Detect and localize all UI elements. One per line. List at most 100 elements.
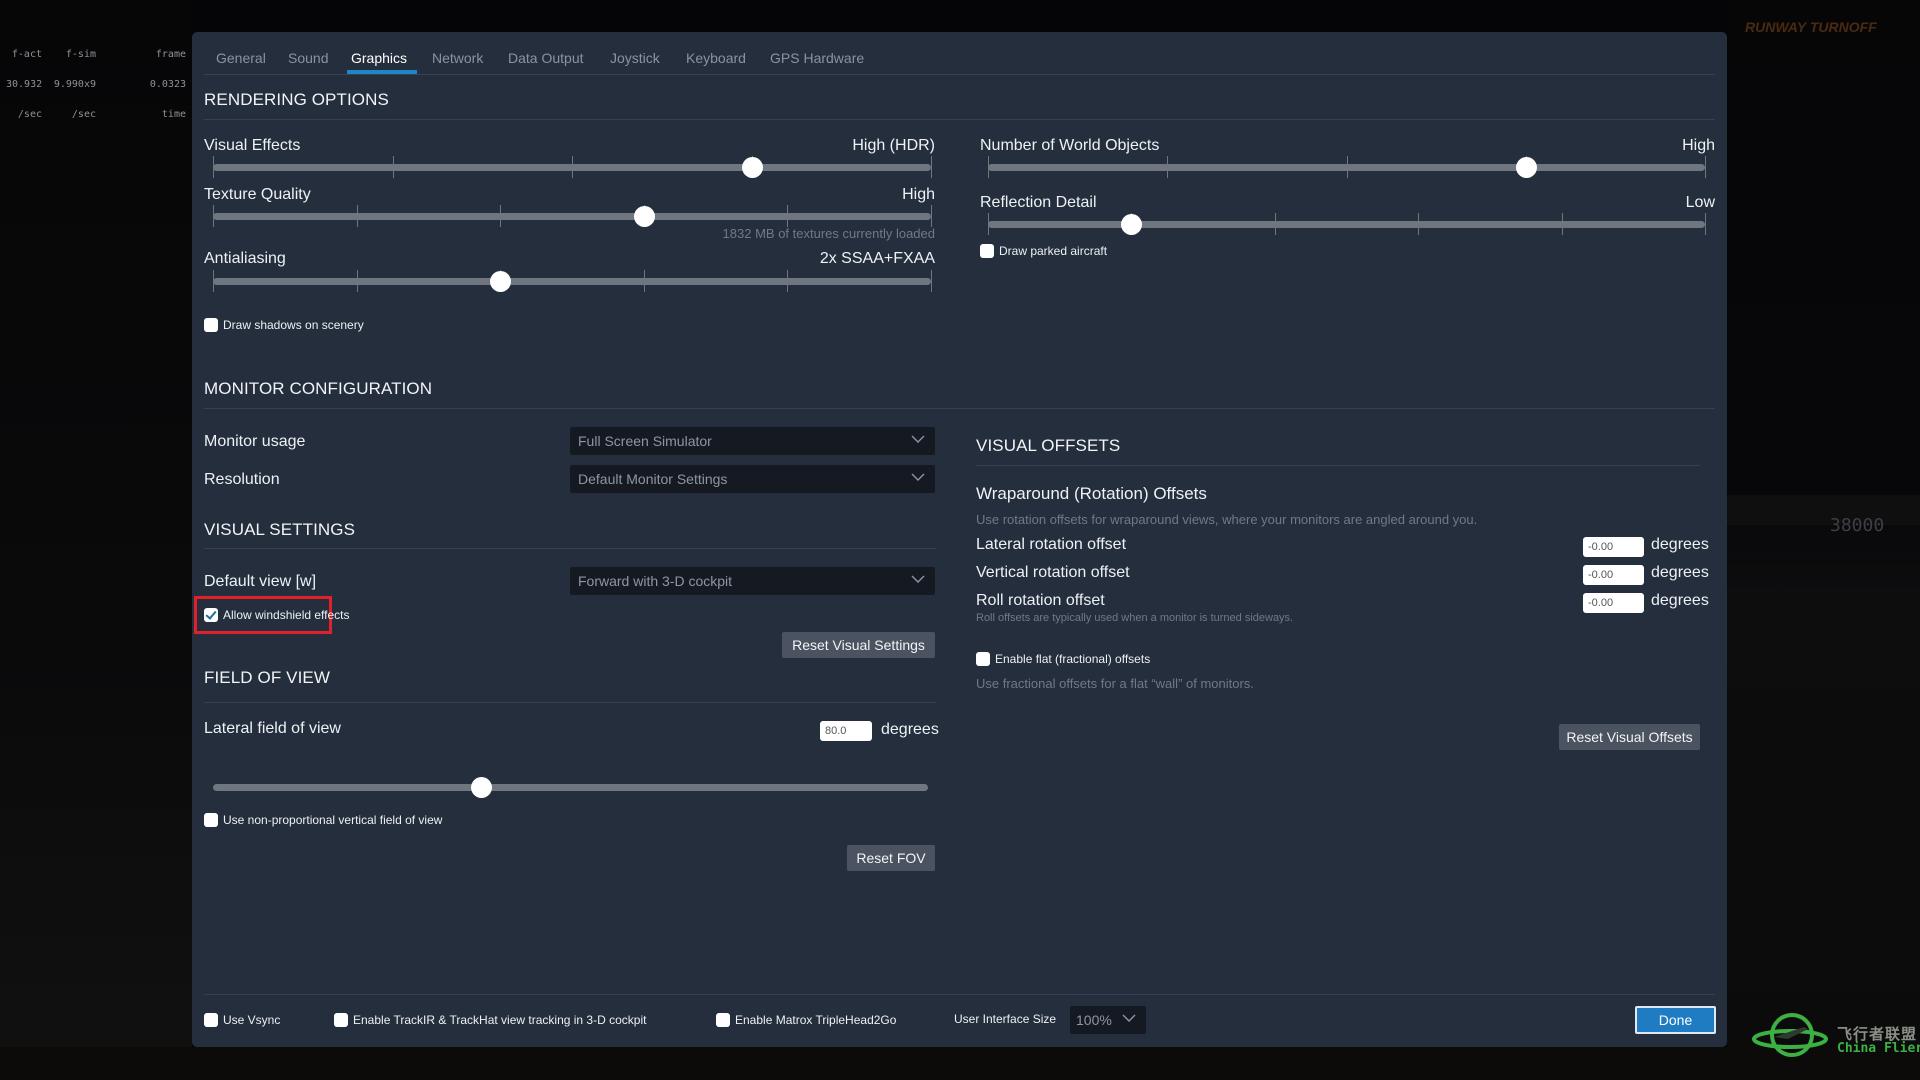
enable-trackir-label: Enable TrackIR & TrackHat view tracking …: [353, 1013, 647, 1027]
background-cockpit: [1727, 0, 1920, 1080]
tab-network[interactable]: Network: [432, 50, 483, 66]
stat-f-sim: f-sim 9.990x9 /sec: [53, 49, 96, 120]
roll-rotation-unit: degrees: [1651, 592, 1709, 609]
slider-tick: [213, 156, 214, 178]
default-view-value: Forward with 3-D cockpit: [578, 573, 733, 589]
lateral-fov-slider[interactable]: [213, 775, 928, 799]
background-mcp-panel: [1727, 495, 1920, 525]
slider-tick: [1561, 213, 1563, 235]
reset-visual-offsets-button[interactable]: Reset Visual Offsets: [1559, 724, 1700, 750]
non-proportional-fov-label: Use non-proportional vertical field of v…: [223, 813, 443, 827]
slider-knob[interactable]: [1515, 157, 1537, 178]
roll-rotation-label: Roll rotation offset: [976, 592, 1105, 609]
checkbox-box[interactable]: [204, 608, 218, 622]
slider-track[interactable]: [213, 278, 931, 285]
enable-matrox-label: Enable Matrox TripleHead2Go: [735, 1013, 897, 1027]
resolution-label: Resolution: [204, 471, 280, 488]
draw-parked-aircraft-checkbox[interactable]: Draw parked aircraft: [980, 244, 1107, 258]
roll-rotation-input[interactable]: [1583, 593, 1644, 613]
slider-knob[interactable]: [741, 157, 763, 178]
vertical-rotation-unit: degrees: [1651, 564, 1709, 581]
enable-matrox-checkbox[interactable]: Enable Matrox TripleHead2Go: [716, 1013, 896, 1027]
chevron-down-icon: [911, 575, 925, 583]
wraparound-offsets-title: Wraparound (Rotation) Offsets: [976, 484, 1207, 503]
tab-keyboard[interactable]: Keyboard: [686, 50, 746, 66]
tab-general[interactable]: General: [216, 50, 266, 66]
monitor-usage-dropdown[interactable]: Full Screen Simulator: [570, 427, 935, 455]
checkbox-box[interactable]: [980, 244, 994, 258]
slider-tick: [988, 213, 989, 235]
slider-knob[interactable]: [633, 206, 655, 227]
slider-tick: [787, 270, 789, 292]
resolution-dropdown[interactable]: Default Monitor Settings: [570, 465, 935, 493]
visual-settings-divider: [204, 548, 936, 549]
altitude-readout: 38000: [1830, 515, 1885, 536]
antialiasing-slider[interactable]: [213, 269, 932, 293]
tab-sound[interactable]: Sound: [288, 50, 328, 66]
checkbox-box[interactable]: [976, 652, 990, 666]
chevron-down-icon: [911, 435, 925, 443]
world-objects-value: High: [1682, 137, 1715, 154]
checkbox-box[interactable]: [204, 318, 218, 332]
vertical-rotation-input[interactable]: [1583, 565, 1644, 585]
slider-tick: [500, 205, 502, 227]
tab-joystick[interactable]: Joystick: [610, 50, 660, 66]
slider-track[interactable]: [213, 213, 931, 220]
reflection-detail-slider[interactable]: [988, 212, 1706, 236]
draw-shadows-checkbox[interactable]: Draw shadows on scenery: [204, 318, 364, 332]
tab-graphics[interactable]: Graphics: [351, 50, 407, 66]
slider-knob[interactable]: [471, 777, 493, 798]
reset-fov-button[interactable]: Reset FOV: [847, 845, 935, 871]
footer-divider: [204, 994, 1715, 995]
visual-effects-value: High (HDR): [852, 137, 935, 154]
non-proportional-fov-checkbox[interactable]: Use non-proportional vertical field of v…: [204, 813, 442, 827]
draw-shadows-label: Draw shadows on scenery: [223, 318, 364, 332]
visual-settings-title: VISUAL SETTINGS: [204, 520, 356, 539]
world-objects-slider[interactable]: [988, 155, 1706, 179]
slider-tick: [572, 156, 573, 178]
tab-data-output[interactable]: Data Output: [508, 50, 584, 66]
ui-size-dropdown[interactable]: 100%: [1070, 1006, 1146, 1034]
texture-quality-label: Texture Quality: [204, 186, 311, 203]
monitor-usage-label: Monitor usage: [204, 433, 306, 450]
default-view-dropdown[interactable]: Forward with 3-D cockpit: [570, 567, 935, 595]
use-vsync-label: Use Vsync: [223, 1013, 281, 1027]
settings-dialog: General Sound Graphics Network Data Outp…: [192, 32, 1727, 1047]
china-flier-watermark: 飞行者联盟 China Flier: [1752, 1005, 1920, 1065]
enable-flat-offsets-checkbox[interactable]: Enable flat (fractional) offsets: [976, 652, 1150, 666]
slider-tick: [213, 205, 214, 227]
ui-size-label: User Interface Size: [954, 1012, 1057, 1026]
allow-windshield-effects-checkbox[interactable]: Allow windshield effects: [204, 608, 350, 622]
checkbox-box[interactable]: [334, 1013, 348, 1027]
slider-track[interactable]: [988, 221, 1705, 228]
slider-tick: [356, 205, 358, 227]
tab-gps-hardware[interactable]: GPS Hardware: [770, 50, 864, 66]
checkbox-box[interactable]: [204, 813, 218, 827]
settings-tabs: General Sound Graphics Network Data Outp…: [192, 32, 1727, 74]
slider-knob[interactable]: [490, 271, 512, 292]
lateral-fov-input[interactable]: [820, 721, 872, 741]
reflection-detail-label: Reflection Detail: [980, 194, 1097, 211]
lateral-fov-label: Lateral field of view: [204, 720, 341, 737]
checkbox-box[interactable]: [204, 1013, 218, 1027]
checkbox-box[interactable]: [716, 1013, 730, 1027]
lateral-rotation-input[interactable]: [1583, 537, 1644, 557]
monitor-divider: [204, 408, 1715, 409]
texture-quality-slider[interactable]: [213, 204, 932, 228]
use-vsync-checkbox[interactable]: Use Vsync: [204, 1013, 280, 1027]
antialiasing-value: 2x SSAA+FXAA: [819, 250, 935, 267]
slider-track[interactable]: [213, 784, 928, 791]
slider-tick: [1705, 213, 1706, 235]
monitor-usage-value: Full Screen Simulator: [578, 433, 712, 449]
slider-tick: [988, 156, 989, 178]
visual-effects-slider[interactable]: [213, 155, 932, 179]
reset-visual-settings-button[interactable]: Reset Visual Settings: [782, 632, 935, 658]
slider-tick: [931, 270, 932, 292]
slider-tick: [1167, 156, 1169, 178]
slider-tick: [392, 156, 394, 178]
done-button[interactable]: Done: [1635, 1006, 1716, 1034]
antialiasing-label: Antialiasing: [204, 250, 286, 267]
slider-knob[interactable]: [1121, 214, 1143, 235]
wraparound-hint: Use rotation offsets for wraparound view…: [976, 512, 1478, 527]
enable-trackir-checkbox[interactable]: Enable TrackIR & TrackHat view tracking …: [334, 1013, 646, 1027]
